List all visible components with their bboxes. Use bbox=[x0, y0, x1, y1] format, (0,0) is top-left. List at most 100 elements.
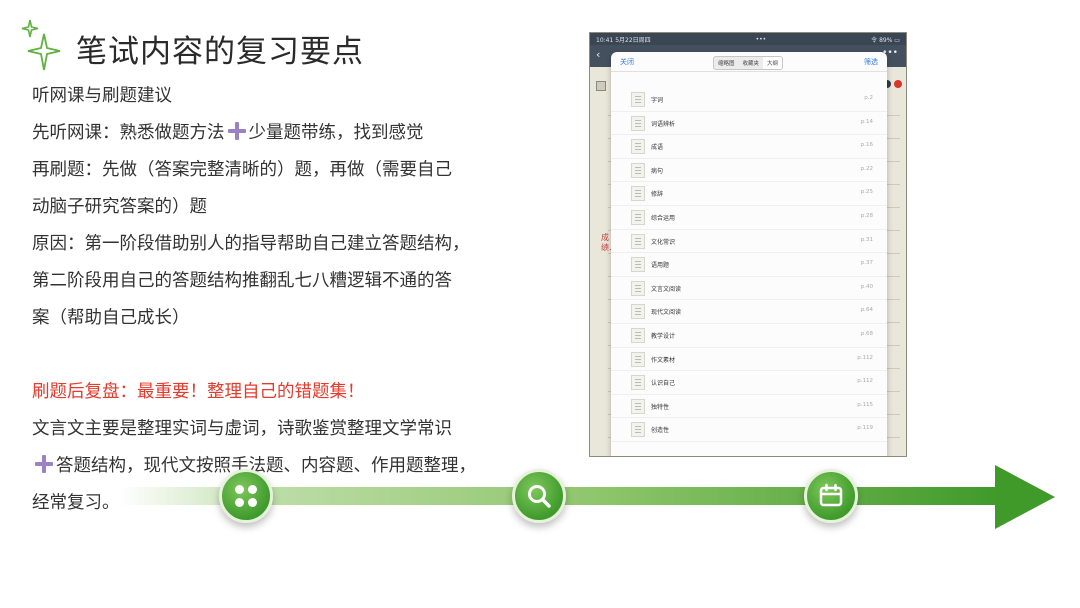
notes-line: 案（帮助自己成长） bbox=[32, 308, 190, 328]
outline-item-label: 病句 bbox=[651, 167, 664, 175]
outline-item-label: 文言文阅读 bbox=[651, 285, 682, 293]
page-thumbnail bbox=[631, 186, 645, 202]
outline-item[interactable]: 文化常识 p.31 bbox=[611, 230, 887, 254]
outline-item[interactable]: 修辞 p.25 bbox=[611, 182, 887, 206]
color-dot[interactable] bbox=[894, 80, 902, 88]
outline-item-page: p.2 bbox=[864, 95, 873, 101]
calendar-node bbox=[804, 469, 858, 523]
plus-icon bbox=[227, 122, 246, 140]
page-thumbnail bbox=[631, 422, 645, 438]
outline-item-label: 综合运用 bbox=[651, 214, 676, 222]
outline-item-label: 教学设计 bbox=[651, 332, 676, 340]
outline-item-page: p.40 bbox=[860, 283, 873, 290]
notes-text: 先听网课：熟悉做题方法 bbox=[32, 123, 225, 143]
outline-panel: 关闭 缩略图 收藏夹 大纲 筛选 字词 p.2 词语辨析 p.14 成语 p.16 病句 p.… bbox=[611, 52, 887, 456]
page-thumbnail bbox=[631, 162, 645, 178]
notes-line: 动脑子研究答案的）题 bbox=[32, 197, 207, 217]
view-segmented-control: 缩略图 收藏夹 大纲 bbox=[713, 56, 784, 70]
outline-item-label: 词语辨析 bbox=[651, 120, 676, 128]
outline-item[interactable]: 字词 p.2 bbox=[611, 88, 887, 112]
outline-item-page: p.112 bbox=[857, 354, 873, 361]
page-thumbnail bbox=[631, 139, 645, 155]
outline-item[interactable]: 语用题 p.37 bbox=[611, 253, 887, 277]
outline-item[interactable]: 认识自己 p.112 bbox=[611, 371, 887, 395]
status-bar: 10:41 5月22日周四 ••• 令 89% ▭ bbox=[590, 33, 906, 45]
outline-item-page: p.115 bbox=[857, 401, 873, 408]
sidebar-toggle-icon[interactable] bbox=[596, 81, 606, 91]
outline-item-label: 作文素材 bbox=[651, 356, 676, 364]
back-icon[interactable]: ‹ bbox=[596, 48, 600, 61]
outline-item-page: p.16 bbox=[860, 142, 873, 149]
filter-button[interactable]: 筛选 bbox=[864, 57, 878, 67]
notes-line: 先听网课：熟悉做题方法 少量题带练，找到感觉 bbox=[32, 115, 542, 152]
segment-thumbnails[interactable]: 缩略图 bbox=[714, 57, 739, 69]
segment-outline[interactable]: 大纲 bbox=[763, 57, 783, 69]
notes-text: 答题结构，现代文按照手法题、内容题、作用题整理， bbox=[56, 456, 476, 476]
page-thumbnail bbox=[631, 233, 645, 249]
status-battery: 令 89% ▭ bbox=[871, 36, 900, 44]
page-thumbnail bbox=[631, 209, 645, 225]
outline-item-page: p.68 bbox=[860, 330, 873, 337]
notes-line: 第二阶段用自己的答题结构推翻乱七八糟逻辑不通的答 bbox=[32, 271, 452, 291]
outline-item-label: 创造性 bbox=[651, 427, 670, 435]
outline-item[interactable]: 教学设计 p.68 bbox=[611, 324, 887, 348]
page-thumbnail bbox=[631, 398, 645, 414]
outline-item[interactable]: 词语辨析 p.14 bbox=[611, 112, 887, 136]
notes-line: 再刷题：先做（答案完整清晰的）题，再做（需要自己 bbox=[32, 160, 452, 180]
outline-item-label: 修辞 bbox=[651, 191, 664, 199]
outline-item-page: p.14 bbox=[860, 118, 873, 125]
outline-item[interactable]: 综合运用 p.28 bbox=[611, 206, 887, 230]
outline-item[interactable]: 独特性 p.115 bbox=[611, 395, 887, 419]
page-thumbnail bbox=[631, 351, 645, 367]
outline-item-page: p.28 bbox=[860, 212, 873, 219]
page-thumbnail bbox=[631, 327, 645, 343]
outline-item[interactable]: 成语 p.16 bbox=[611, 135, 887, 159]
calendar-icon bbox=[819, 483, 843, 507]
sparkle-icon bbox=[21, 19, 61, 71]
notes-line: 听网课与刷题建议 bbox=[32, 86, 172, 106]
notes-line: 答题结构，现代文按照手法题、内容题、作用题整理， bbox=[32, 448, 542, 485]
outline-item[interactable]: 创造性 p.119 bbox=[611, 418, 887, 442]
segment-favorites[interactable]: 收藏夹 bbox=[739, 57, 764, 69]
close-button[interactable]: 关闭 bbox=[620, 57, 634, 67]
page-thumbnail bbox=[631, 375, 645, 391]
notes-line: 文言文主要是整理实词与虚词，诗歌鉴赏整理文学常识 bbox=[32, 419, 452, 439]
outline-list: 字词 p.2 词语辨析 p.14 成语 p.16 病句 p.22 修辞 p.25 综合运用 p.28 文… bbox=[611, 88, 887, 442]
outline-item-label: 成语 bbox=[651, 144, 664, 152]
grid-icon bbox=[235, 485, 257, 507]
timeline-arrow-head bbox=[995, 465, 1055, 529]
page-thumbnail bbox=[631, 257, 645, 273]
outline-item-label: 字词 bbox=[651, 97, 664, 104]
outline-item[interactable]: 文言文阅读 p.40 bbox=[611, 277, 887, 301]
outline-item-page: p.119 bbox=[857, 425, 873, 432]
search-node bbox=[512, 469, 566, 523]
outline-item[interactable]: 作文素材 p.112 bbox=[611, 348, 887, 372]
plus-icon bbox=[35, 455, 53, 473]
outline-item-label: 认识自己 bbox=[651, 380, 676, 388]
outline-item-page: p.37 bbox=[860, 260, 873, 267]
app-screenshot: 10:41 5月22日周四 ••• 令 89% ▭ ‹ ••• 成绩… 关闭 缩… bbox=[589, 32, 907, 457]
outline-panel-header: 关闭 缩略图 收藏夹 大纲 筛选 bbox=[611, 52, 887, 72]
outline-item[interactable]: 病句 p.22 bbox=[611, 159, 887, 183]
outline-item-label: 语用题 bbox=[651, 262, 670, 270]
status-center: ••• bbox=[755, 35, 767, 43]
outline-item-page: p.112 bbox=[857, 378, 873, 385]
outline-item-label: 独特性 bbox=[651, 403, 670, 411]
page-thumbnail bbox=[631, 304, 645, 320]
highlight-line: 刷题后复盘：最重要！整理自己的错题集！ bbox=[32, 382, 365, 402]
notes-line: 原因：第一阶段借助别人的指导帮助自己建立答题结构， bbox=[32, 234, 470, 254]
status-time: 10:41 5月22日周四 bbox=[596, 36, 651, 44]
outline-item-page: p.64 bbox=[860, 307, 873, 314]
page-thumbnail bbox=[631, 115, 645, 131]
notes-text: 少量题带练，找到感觉 bbox=[248, 123, 424, 143]
outline-item-page: p.31 bbox=[860, 236, 873, 243]
grid-node bbox=[219, 469, 273, 523]
page-thumbnail bbox=[631, 92, 645, 107]
outline-item-label: 现代文阅读 bbox=[651, 309, 682, 317]
notes-spacer bbox=[32, 337, 542, 374]
page-title: 笔试内容的复习要点 bbox=[76, 34, 364, 70]
outline-item[interactable]: 现代文阅读 p.64 bbox=[611, 300, 887, 324]
search-icon bbox=[528, 485, 551, 508]
page-thumbnail bbox=[631, 280, 645, 296]
outline-item-label: 文化常识 bbox=[651, 238, 676, 246]
